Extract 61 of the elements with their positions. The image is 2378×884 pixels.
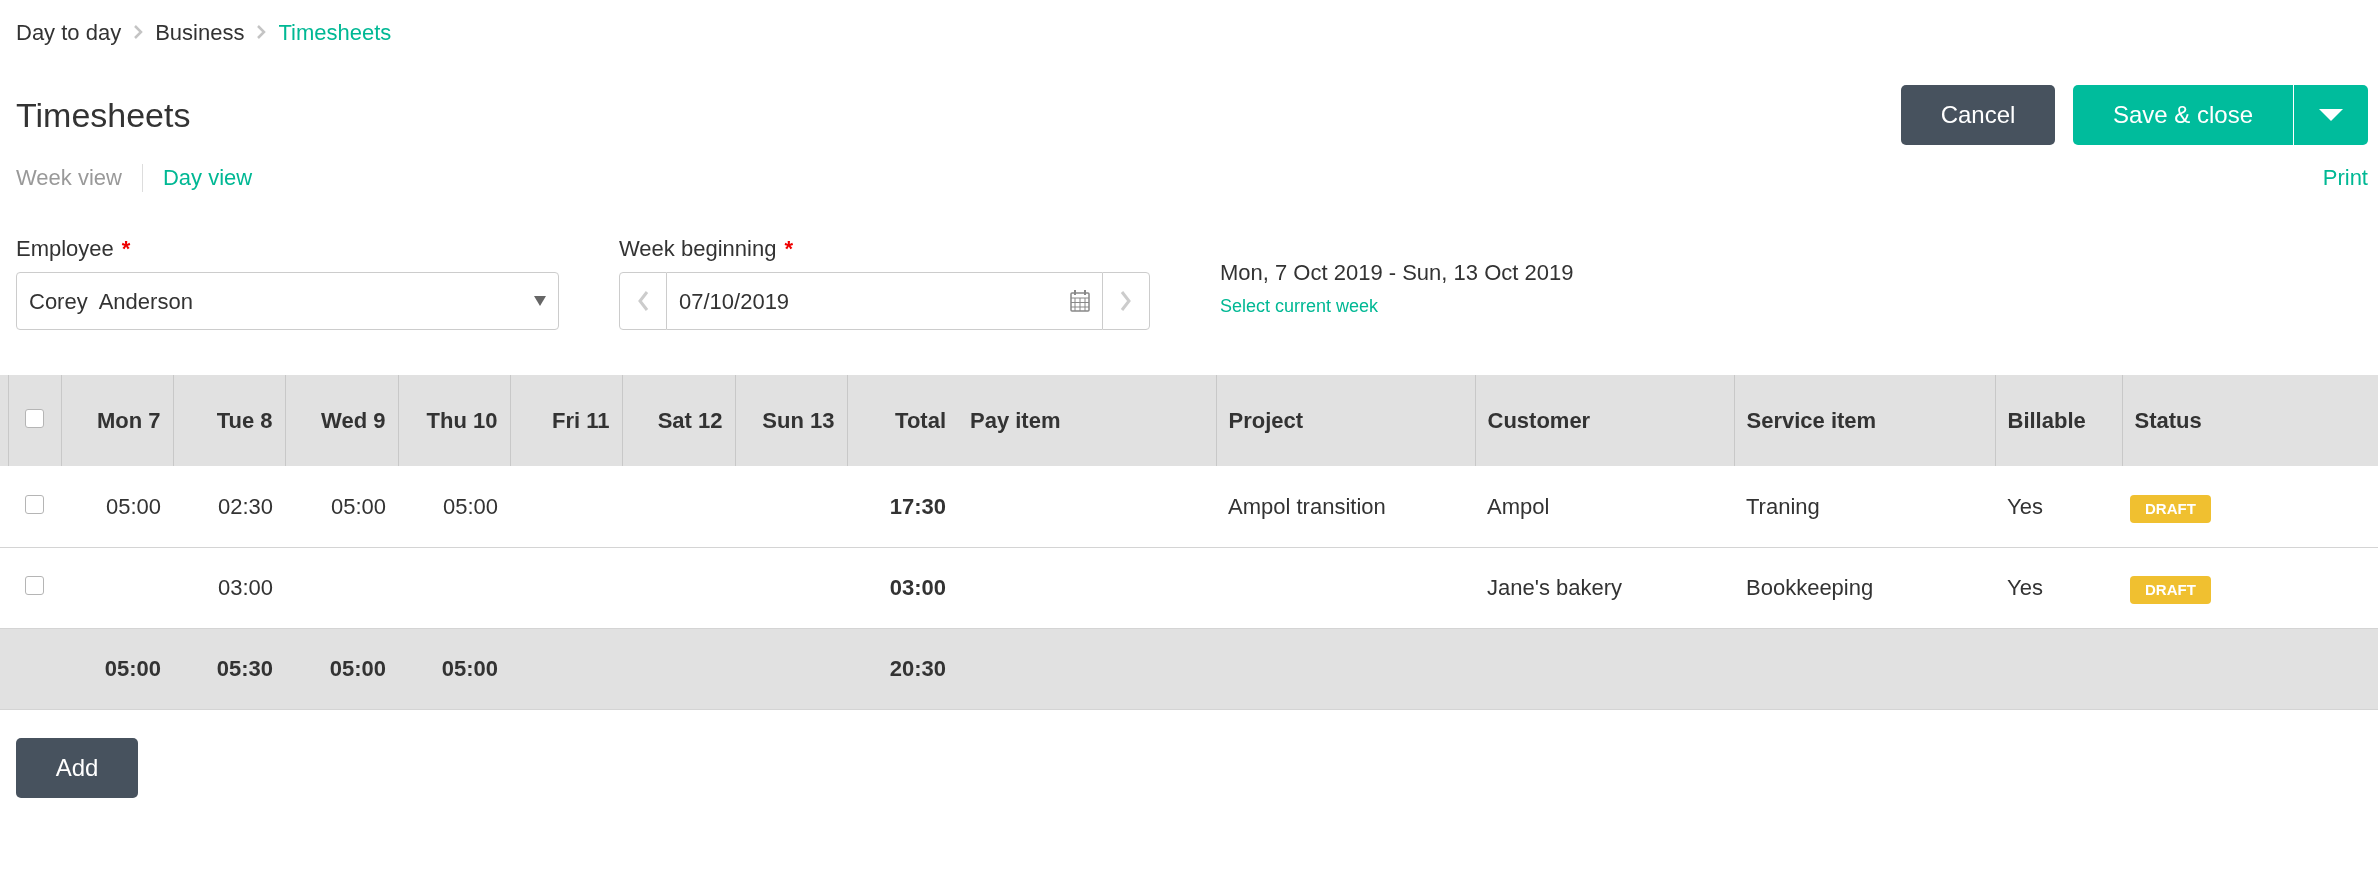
week-range-text: Mon, 7 Oct 2019 - Sun, 13 Oct 2019	[1220, 259, 1574, 287]
column-header: Pay item	[958, 375, 1216, 466]
column-header: Billable	[1995, 375, 2122, 466]
chevron-left-icon	[637, 290, 649, 312]
chevron-right-icon	[1120, 290, 1132, 312]
status-badge: DRAFT	[2130, 575, 2211, 605]
table-cell: 03:00	[217, 575, 273, 600]
required-mark: *	[784, 235, 793, 263]
total-cell: 05:00	[441, 656, 498, 681]
breadcrumb-link[interactable]: Business	[155, 15, 245, 49]
chevron-right-icon	[133, 24, 144, 40]
table-cell: 05:00	[105, 493, 161, 519]
field-label: Week beginning	[619, 235, 777, 263]
breadcrumb-link[interactable]: Day to day	[16, 15, 122, 49]
column-header: Project	[1216, 375, 1475, 466]
column-header: Customer	[1475, 375, 1734, 466]
column-header: Mon 7	[61, 375, 173, 466]
table-cell: Ampol transition	[1228, 493, 1386, 519]
field-label: Employee	[16, 235, 114, 263]
column-header: Total	[847, 375, 958, 466]
column-header: Tue 8	[173, 375, 285, 466]
row-checkbox[interactable]	[25, 494, 44, 514]
column-header: Service item	[1734, 375, 1995, 466]
column-header: Status	[2122, 375, 2378, 466]
page-title: Timesheets	[16, 94, 191, 136]
row-checkbox[interactable]	[25, 576, 44, 595]
table-cell: 05:00	[442, 493, 498, 519]
required-mark: *	[121, 235, 131, 263]
column-header: Sat 12	[622, 375, 735, 466]
caret-down-icon	[534, 296, 546, 306]
previous-week-button[interactable]	[619, 272, 667, 330]
cancel-button[interactable]: Cancel	[1901, 85, 2055, 145]
column-header: Thu 10	[398, 375, 510, 466]
add-button[interactable]: Add	[16, 737, 138, 798]
table-cell: 02:30	[217, 493, 273, 519]
select-value: Corey Anderson	[29, 287, 193, 316]
table-cell: Yes	[2007, 493, 2043, 519]
column-header: Fri 11	[510, 375, 622, 466]
table-cell: Yes	[2007, 575, 2043, 600]
table-cell: Ampol	[1487, 493, 1550, 519]
chevron-right-icon	[256, 24, 267, 40]
table-cell: 17:30	[889, 493, 946, 519]
table-cell: 03:00	[889, 575, 946, 600]
date-field[interactable]: 07/10/2019	[667, 272, 1102, 330]
total-cell: 05:30	[216, 656, 273, 681]
table-cell: Traning	[1746, 493, 1820, 519]
column-header: Sun 13	[735, 375, 847, 466]
calendar-icon	[1070, 290, 1090, 312]
total-cell: 05:00	[104, 656, 161, 681]
table-cell: Bookkeeping	[1746, 575, 1874, 600]
table-cell: Jane's bakery	[1487, 575, 1623, 600]
select-all-checkbox[interactable]	[25, 409, 44, 428]
total-cell: 20:30	[889, 656, 946, 681]
employee-select[interactable]: Corey Anderson	[16, 272, 559, 330]
date-value: 07/10/2019	[679, 287, 790, 316]
total-cell: 05:00	[329, 656, 386, 681]
column-header: Wed 9	[285, 375, 398, 466]
table-cell: 05:00	[330, 493, 386, 519]
next-week-button[interactable]	[1102, 272, 1150, 330]
caret-down-icon	[2319, 109, 2343, 121]
status-badge: DRAFT	[2130, 494, 2211, 523]
